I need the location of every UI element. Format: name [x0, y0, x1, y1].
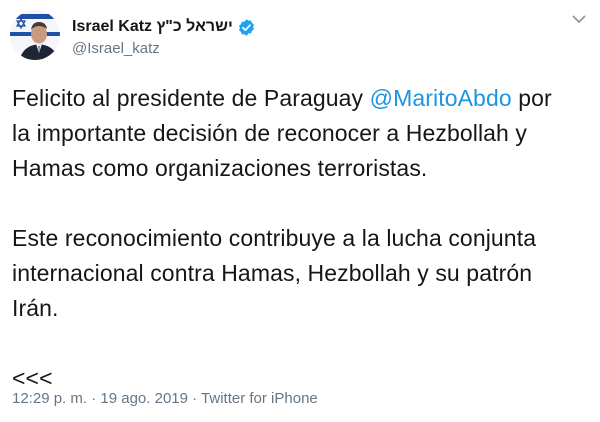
tweet-text-segment: por: [511, 85, 552, 111]
mention-link[interactable]: @MaritoAbdo: [370, 85, 512, 111]
tweet-line: Felicito al presidente de Paraguay @Mari…: [12, 81, 588, 116]
chevron-down-icon[interactable]: [570, 10, 588, 28]
tweet-line: internacional contra Hamas, Hezbollah y …: [12, 260, 533, 286]
author-handle[interactable]: @Israel_katz: [72, 40, 160, 57]
tweet-source[interactable]: Twitter for iPhone: [201, 390, 318, 407]
tweet-time[interactable]: 12:29 p. m.: [12, 390, 87, 407]
tweet-text-segment: Felicito al presidente de Paraguay: [12, 85, 370, 111]
tweet-line: Este reconocimiento contribuye a la luch…: [12, 225, 537, 251]
avatar-image-icon: [10, 10, 60, 60]
meta-separator: ·: [187, 390, 202, 407]
verified-badge-icon: [237, 18, 256, 37]
tweet-line: Irán.: [12, 295, 59, 321]
author-avatar[interactable]: [10, 10, 60, 60]
meta-separator: ·: [87, 390, 101, 407]
tweet-date[interactable]: 19 ago. 2019: [100, 390, 188, 407]
author-name-row: Israel Katz ישראל כ"ץ: [72, 16, 256, 38]
tweet-text: Felicito al presidente de Paraguay @Mari…: [12, 81, 588, 396]
tweet-metadata: 12:29 p. m. · 19 ago. 2019 · Twitter for…: [12, 390, 318, 407]
tweet-line: Hamas como organizaciones terroristas.: [12, 155, 428, 181]
tweet-card: Israel Katz ישראל כ"ץ @Israel_katz Felic…: [0, 0, 600, 422]
tweet-line: la importante decisión de reconocer a He…: [12, 120, 528, 146]
author-display-name[interactable]: Israel Katz ישראל כ"ץ: [72, 18, 233, 36]
